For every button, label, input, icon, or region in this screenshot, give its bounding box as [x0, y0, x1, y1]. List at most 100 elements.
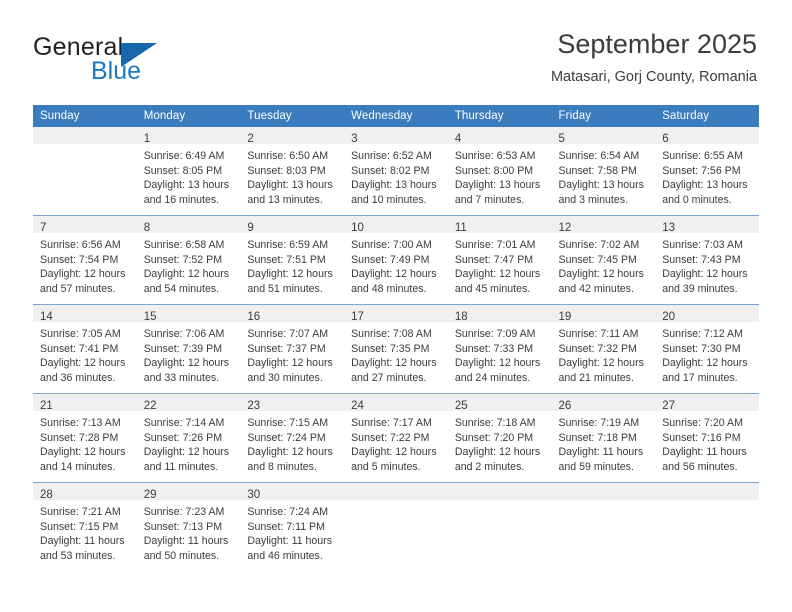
sunset-text: Sunset: 8:05 PM [143, 164, 223, 177]
sunrise-text: Sunrise: 6:56 AM [40, 239, 121, 251]
day-number-strip: 13 [655, 216, 759, 234]
day-number-strip: 14 [33, 305, 137, 323]
daylight-text-line1: Daylight: 11 hours [558, 446, 644, 459]
logo-text-blue: Blue [91, 57, 142, 85]
day-cell-inner: 30 Sunrise: 7:24 AM Sunset: 7:11 PM Dayligh… [240, 483, 345, 571]
day-number: 18 [454, 311, 468, 323]
sunrise-text: Sunrise: 6:58 AM [143, 239, 225, 251]
daylight-text-line2: and 7 minutes. [454, 193, 525, 206]
day-cell-details: Sunrise: 7:17 AM Sunset: 7:22 PM Daylight:… [344, 411, 448, 474]
day-number: 29 [143, 489, 157, 501]
calendar-day-cell[interactable]: 26 Sunrise: 7:19 AM Sunset: 7:18 PM Dayligh… [551, 393, 656, 483]
sunrise-text: Sunrise: 7:03 AM [662, 239, 743, 251]
calendar-day-cell[interactable]: 4 Sunrise: 6:53 AM Sunset: 8:00 PM Daylight… [447, 127, 552, 216]
sunset-text: Sunset: 7:18 PM [558, 431, 637, 444]
day-cell-inner: 23 Sunrise: 7:15 AM Sunset: 7:24 PM Dayligh… [240, 394, 345, 482]
day-cell-inner: 14 Sunrise: 7:05 AM Sunset: 7:41 PM Dayligh… [33, 305, 137, 393]
calendar-day-cell[interactable]: 10 Sunrise: 7:00 AM Sunset: 7:49 PM Dayligh… [344, 215, 448, 305]
day-cell-inner: 6 Sunrise: 6:55 AM Sunset: 7:56 PM Daylight… [655, 127, 759, 215]
sunset-text: Sunset: 7:16 PM [662, 431, 741, 444]
sunset-text: Sunset: 7:47 PM [454, 253, 534, 266]
weekday-header-wednesday: Wednesday [344, 105, 448, 127]
sunrise-text: Sunrise: 6:59 AM [247, 239, 329, 251]
daylight-text-line2: and 14 minutes. [40, 460, 116, 473]
calendar-day-cell[interactable]: 18 Sunrise: 7:09 AM Sunset: 7:33 PM Dayligh… [447, 304, 552, 394]
day-cell-inner: 26 Sunrise: 7:19 AM Sunset: 7:18 PM Dayligh… [551, 394, 656, 482]
day-cell-inner: 7 Sunrise: 6:56 AM Sunset: 7:54 PM Daylight… [33, 216, 137, 304]
sunrise-text: Sunrise: 7:24 AM [247, 506, 329, 518]
calendar-day-cell[interactable]: 11 Sunrise: 7:01 AM Sunset: 7:47 PM Dayligh… [447, 215, 552, 305]
calendar-day-cell[interactable]: 28 Sunrise: 7:21 AM Sunset: 7:15 PM Dayligh… [33, 482, 137, 571]
day-cell-details: Sunrise: 7:01 AM Sunset: 7:47 PM Daylight:… [448, 233, 552, 296]
calendar-day-cell[interactable]: 24 Sunrise: 7:17 AM Sunset: 7:22 PM Dayligh… [344, 393, 448, 483]
sunrise-text: Sunrise: 7:20 AM [662, 417, 743, 429]
sunset-text: Sunset: 7:39 PM [143, 342, 223, 355]
general-blue-logo[interactable]: General Blue [33, 33, 263, 91]
calendar-day-cell[interactable]: 22 Sunrise: 7:14 AM Sunset: 7:26 PM Dayligh… [136, 393, 241, 483]
calendar-day-cell[interactable]: 21 Sunrise: 7:13 AM Sunset: 7:28 PM Dayligh… [33, 393, 137, 483]
daylight-text-line2: and 39 minutes. [662, 282, 738, 295]
day-cell-details: Sunrise: 7:20 AM Sunset: 7:16 PM Daylight:… [655, 411, 759, 474]
calendar-grid: Sunday Monday Tuesday Wednesday Thursday Frid… [33, 105, 759, 571]
calendar-day-cell[interactable]: 13 Sunrise: 7:03 AM Sunset: 7:43 PM Dayligh… [655, 215, 759, 305]
day-number-strip: 25 [447, 394, 552, 412]
calendar-day-cell[interactable]: 12 Sunrise: 7:02 AM Sunset: 7:45 PM Dayligh… [551, 215, 656, 305]
daylight-text-line1: Daylight: 12 hours [558, 357, 644, 370]
daylight-text-line2: and 45 minutes. [454, 282, 531, 295]
daylight-text-line2: and 21 minutes. [558, 371, 634, 384]
sunset-text: Sunset: 8:02 PM [351, 164, 430, 177]
day-cell-inner [33, 127, 137, 215]
calendar-day-cell[interactable]: 1 Sunrise: 6:49 AM Sunset: 8:05 PM Daylight… [136, 127, 241, 216]
day-cell-inner: 27 Sunrise: 7:20 AM Sunset: 7:16 PM Dayligh… [655, 394, 759, 482]
day-number-strip: 21 [33, 394, 137, 412]
daylight-text-line2: and 16 minutes. [143, 193, 220, 206]
daylight-text-line1: Daylight: 12 hours [40, 357, 126, 370]
daylight-text-line2: and 30 minutes. [247, 371, 323, 384]
daylight-text-line1: Daylight: 12 hours [662, 357, 748, 370]
calendar-day-cell[interactable]: 29 Sunrise: 7:23 AM Sunset: 7:13 PM Dayligh… [136, 482, 241, 571]
sunrise-text: Sunrise: 7:08 AM [351, 328, 432, 340]
calendar-day-cell[interactable]: 7 Sunrise: 6:56 AM Sunset: 7:54 PM Daylight… [33, 215, 137, 305]
day-cell-inner [655, 483, 759, 571]
calendar-day-cell[interactable]: 9 Sunrise: 6:59 AM Sunset: 7:51 PM Daylight… [240, 215, 345, 305]
calendar-day-cell[interactable]: 17 Sunrise: 7:08 AM Sunset: 7:35 PM Dayligh… [344, 304, 448, 394]
day-number: 2 [247, 133, 254, 145]
calendar-day-cell[interactable]: 30 Sunrise: 7:24 AM Sunset: 7:11 PM Dayligh… [240, 482, 345, 571]
day-cell-details: Sunrise: 6:59 AM Sunset: 7:51 PM Daylight:… [240, 233, 344, 296]
day-number: 19 [558, 311, 572, 323]
daylight-text-line2: and 8 minutes. [247, 460, 317, 473]
sunrise-text: Sunrise: 6:53 AM [454, 150, 536, 162]
day-number-strip: 3 [344, 127, 448, 145]
day-cell-inner: 1 Sunrise: 6:49 AM Sunset: 8:05 PM Daylight… [136, 127, 241, 215]
sunrise-text: Sunrise: 6:50 AM [247, 150, 329, 162]
sunset-text: Sunset: 7:11 PM [247, 520, 325, 533]
weekday-header-tuesday: Tuesday [240, 105, 345, 127]
calendar-day-cell[interactable]: 5 Sunrise: 6:54 AM Sunset: 7:58 PM Daylight… [551, 127, 656, 216]
calendar-day-cell[interactable]: 15 Sunrise: 7:06 AM Sunset: 7:39 PM Dayligh… [136, 304, 241, 394]
calendar-day-cell[interactable]: 20 Sunrise: 7:12 AM Sunset: 7:30 PM Dayligh… [655, 304, 759, 394]
calendar-day-cell[interactable]: 27 Sunrise: 7:20 AM Sunset: 7:16 PM Dayligh… [655, 393, 759, 483]
calendar-day-cell[interactable]: 25 Sunrise: 7:18 AM Sunset: 7:20 PM Dayligh… [447, 393, 552, 483]
calendar-day-cell[interactable]: 16 Sunrise: 7:07 AM Sunset: 7:37 PM Dayligh… [240, 304, 345, 394]
sunset-text: Sunset: 7:43 PM [662, 253, 741, 266]
calendar-day-cell[interactable]: 14 Sunrise: 7:05 AM Sunset: 7:41 PM Dayligh… [33, 304, 137, 394]
day-cell-details: Sunrise: 7:11 AM Sunset: 7:32 PM Daylight:… [552, 322, 656, 385]
day-cell-details: Sunrise: 7:15 AM Sunset: 7:24 PM Daylight:… [240, 411, 344, 474]
calendar-day-cell[interactable]: 6 Sunrise: 6:55 AM Sunset: 7:56 PM Daylight… [655, 127, 759, 216]
calendar-day-cell[interactable]: 19 Sunrise: 7:11 AM Sunset: 7:32 PM Dayligh… [551, 304, 656, 394]
calendar-day-cell[interactable]: 3 Sunrise: 6:52 AM Sunset: 8:02 PM Daylight… [344, 127, 448, 216]
sunset-text: Sunset: 7:15 PM [40, 520, 119, 533]
sunrise-text: Sunrise: 6:52 AM [351, 150, 432, 162]
day-cell-details: Sunrise: 7:13 AM Sunset: 7:28 PM Daylight:… [33, 411, 137, 474]
day-number: 16 [247, 311, 261, 323]
weekday-header-friday: Friday [551, 105, 656, 127]
day-number: 9 [247, 222, 254, 234]
sunset-text: Sunset: 7:54 PM [40, 253, 119, 266]
calendar-day-cell[interactable]: 2 Sunrise: 6:50 AM Sunset: 8:03 PM Daylight… [240, 127, 345, 216]
day-number: 5 [558, 133, 565, 145]
day-cell-inner: 5 Sunrise: 6:54 AM Sunset: 7:58 PM Daylight… [551, 127, 656, 215]
sunrise-text: Sunrise: 7:09 AM [454, 328, 536, 340]
sunrise-text: Sunrise: 7:01 AM [454, 239, 536, 251]
calendar-day-cell[interactable]: 23 Sunrise: 7:15 AM Sunset: 7:24 PM Dayligh… [240, 393, 345, 483]
calendar-day-cell[interactable]: 8 Sunrise: 6:58 AM Sunset: 7:52 PM Daylight… [136, 215, 241, 305]
